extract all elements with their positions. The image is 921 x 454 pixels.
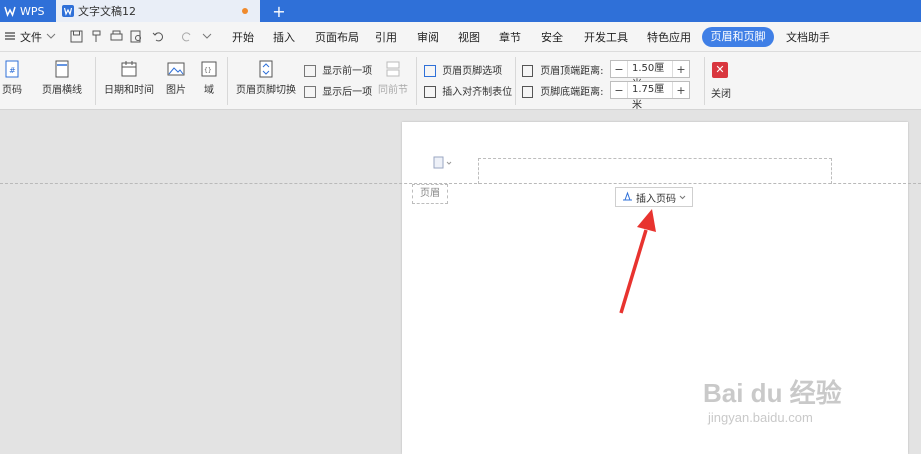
menu-item-page-layout[interactable]: 页面布局 xyxy=(315,29,359,45)
header-footer-options-button[interactable]: 页眉页脚选项 xyxy=(424,62,502,77)
page-number-icon: # xyxy=(3,60,21,78)
ribbon-separator xyxy=(416,57,417,105)
bottom-distance-icon xyxy=(522,86,533,98)
same-as-previous-icon xyxy=(384,60,402,78)
show-next-label: 显示后一项 xyxy=(322,87,373,98)
print-preview-icon[interactable] xyxy=(130,30,144,44)
bottom-distance-value[interactable]: 1.75厘米 xyxy=(627,82,673,111)
wps-logo-icon xyxy=(4,5,16,17)
ribbon-separator xyxy=(227,57,228,105)
show-prev-icon xyxy=(304,65,316,77)
add-tab-button[interactable]: + xyxy=(268,0,290,22)
redo-icon[interactable] xyxy=(180,30,194,44)
menu-item-view[interactable]: 视图 xyxy=(458,29,480,45)
insert-page-number-icon xyxy=(622,191,633,204)
insert-align-tab-button[interactable]: 插入对齐制表位 xyxy=(424,83,512,98)
top-distance-plus-button[interactable]: + xyxy=(673,63,689,76)
header-label: 页眉 xyxy=(412,184,448,204)
bottom-distance-minus-button[interactable]: − xyxy=(611,84,627,97)
bottom-distance-label: 页脚底端距离: xyxy=(522,83,604,98)
top-distance-spinner[interactable]: − 1.50厘米 + xyxy=(610,60,690,90)
menu-item-header-footer[interactable]: 页眉和页脚 xyxy=(702,27,774,47)
top-distance-minus-button[interactable]: − xyxy=(611,63,627,76)
menu-item-review[interactable]: 审阅 xyxy=(417,29,439,45)
show-prev-button[interactable]: 显示前一项 xyxy=(304,62,372,77)
svg-text:#: # xyxy=(9,66,16,75)
header-line-icon xyxy=(53,60,71,78)
header-line-button[interactable]: 页眉横线 xyxy=(36,60,88,96)
tab-document[interactable]: 文字文稿12 xyxy=(56,0,260,22)
baidu-watermark: Bai du 经验 xyxy=(703,378,842,408)
picture-label: 图片 xyxy=(166,85,186,96)
hamburger-icon[interactable] xyxy=(4,30,18,44)
menu-item-special[interactable]: 特色应用 xyxy=(647,29,691,45)
header-area[interactable] xyxy=(478,158,832,184)
page-number-label: 页码 xyxy=(2,85,22,96)
date-time-label: 日期和时间 xyxy=(104,85,154,96)
tab-document-label: 文字文稿12 xyxy=(78,5,136,18)
same-as-previous-label: 同前节 xyxy=(378,85,408,96)
header-boundary-line xyxy=(0,183,921,184)
options-icon xyxy=(424,65,436,77)
menu-bar: 文件 开始 插入 页面布局 引用 审阅 视图 章节 安全 开发工具 特色应用 页… xyxy=(0,22,921,52)
menu-item-developer[interactable]: 开发工具 xyxy=(584,29,628,45)
show-next-icon xyxy=(304,86,316,98)
calendar-icon xyxy=(120,60,138,78)
close-x-icon[interactable]: ✕ xyxy=(712,62,728,78)
align-tab-icon xyxy=(424,86,436,98)
chevron-down-icon[interactable] xyxy=(46,30,60,44)
tab-wps-label: WPS xyxy=(20,4,45,18)
picture-button[interactable]: 图片 xyxy=(160,60,192,96)
ribbon-separator xyxy=(515,57,516,105)
header-footer-switch-label: 页眉页脚切换 xyxy=(236,85,296,96)
header-footer-options-label: 页眉页脚选项 xyxy=(442,66,503,77)
tab-wps[interactable]: WPS xyxy=(0,0,54,22)
close-header-footer-label[interactable]: 关闭 xyxy=(711,85,731,100)
print-icon[interactable] xyxy=(110,30,124,44)
menu-file[interactable]: 文件 xyxy=(20,29,42,45)
top-distance-icon xyxy=(522,65,533,77)
svg-text:{}: {} xyxy=(204,67,212,74)
insert-page-number-label: 插入页码 xyxy=(636,193,676,205)
menu-item-insert[interactable]: 插入 xyxy=(273,29,295,45)
switch-icon xyxy=(257,60,275,78)
save-icon[interactable] xyxy=(70,30,84,44)
field-button[interactable]: {} 域 xyxy=(199,60,219,96)
format-painter-icon[interactable] xyxy=(90,30,104,44)
header-line-label: 页眉横线 xyxy=(42,85,82,96)
same-as-previous-button[interactable]: 同前节 xyxy=(376,60,410,96)
bottom-distance-plus-button[interactable]: + xyxy=(673,84,689,97)
top-distance-value[interactable]: 1.50厘米 xyxy=(627,61,673,90)
menu-item-references[interactable]: 引用 xyxy=(375,29,397,45)
title-bar: WPS 文字文稿12 + xyxy=(0,0,921,22)
ribbon-separator xyxy=(95,57,96,105)
baidu-watermark-url: jingyan.baidu.com xyxy=(708,410,813,425)
undo-icon[interactable] xyxy=(152,30,166,44)
menu-item-chapter[interactable]: 章节 xyxy=(499,29,521,45)
show-next-button[interactable]: 显示后一项 xyxy=(304,83,372,98)
field-icon: {} xyxy=(200,60,218,78)
unsaved-dot-icon xyxy=(242,8,248,14)
ribbon-separator xyxy=(704,57,705,105)
date-time-button[interactable]: 日期和时间 xyxy=(103,60,155,96)
menu-item-security[interactable]: 安全 xyxy=(541,29,563,45)
menu-item-home[interactable]: 开始 xyxy=(232,29,254,45)
insert-align-tab-label: 插入对齐制表位 xyxy=(442,87,513,98)
top-distance-label: 页眉顶端距离: xyxy=(522,62,604,77)
bottom-distance-spinner[interactable]: − 1.75厘米 + xyxy=(610,81,690,111)
page-number-button[interactable]: # 页码 xyxy=(0,60,24,96)
customize-toolbar-icon[interactable] xyxy=(202,30,216,44)
menu-item-doc-assistant[interactable]: 文档助手 xyxy=(786,29,830,45)
show-prev-label: 显示前一项 xyxy=(322,66,373,77)
writer-doc-icon xyxy=(62,5,74,17)
ribbon-toolbar: # 页码 页眉横线 日期和时间 图片 {} 域 页眉页脚切换 显示前一项 显示后… xyxy=(0,52,921,111)
document-options-icon[interactable] xyxy=(433,156,453,170)
chevron-down-icon xyxy=(679,192,686,203)
field-label: 域 xyxy=(204,85,214,96)
insert-page-number-button[interactable]: 插入页码 xyxy=(615,187,693,207)
header-footer-switch-button[interactable]: 页眉页脚切换 xyxy=(234,60,298,96)
picture-icon xyxy=(167,60,185,78)
